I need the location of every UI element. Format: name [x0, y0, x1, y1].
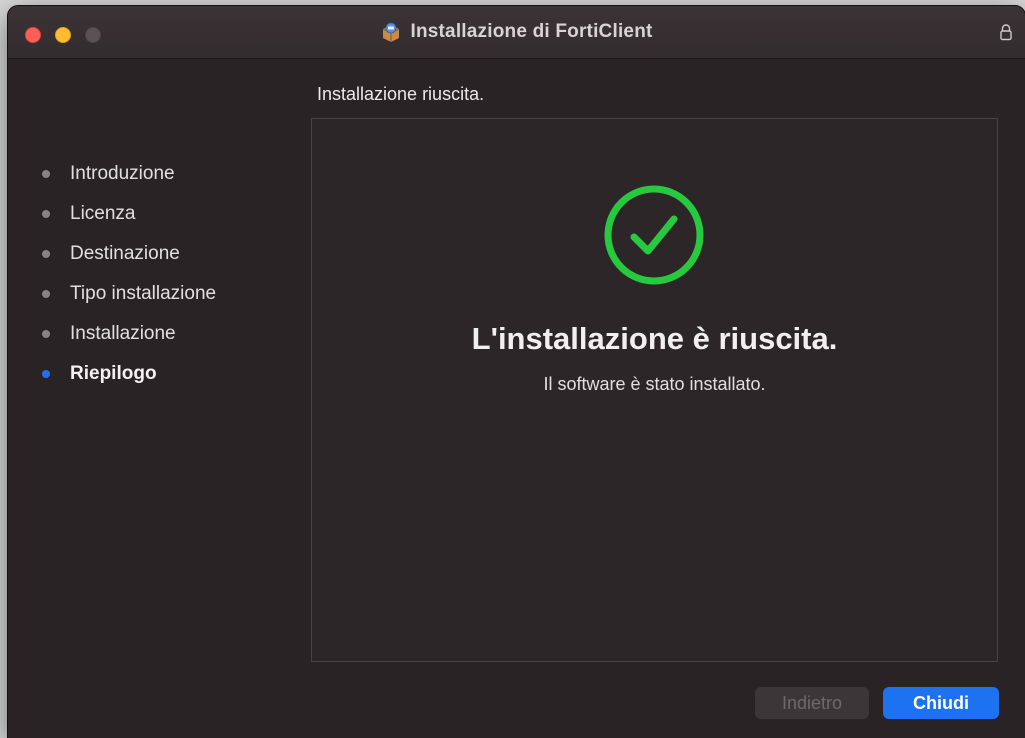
success-title: L'installazione è riuscita. — [471, 321, 838, 356]
step-destinazione: Destinazione — [38, 234, 298, 274]
step-dot-active — [42, 370, 50, 378]
step-label: Licenza — [70, 203, 136, 224]
steps-sidebar: Introduzione Licenza Destinazione Tipo i… — [38, 154, 298, 394]
step-label: Riepilogo — [70, 363, 157, 384]
back-button[interactable]: Indietro — [755, 687, 869, 719]
close-button[interactable]: Chiudi — [883, 687, 999, 719]
step-label: Introduzione — [70, 163, 175, 184]
window-title: Installazione di FortiClient — [410, 21, 653, 42]
step-installazione: Installazione — [38, 314, 298, 354]
step-dot — [42, 170, 50, 178]
checkmark-circle-icon — [604, 185, 704, 285]
step-dot — [42, 250, 50, 258]
title-bar[interactable]: Installazione di FortiClient — [8, 6, 1025, 59]
step-tipo-installazione: Tipo installazione — [38, 274, 298, 314]
page-heading: Installazione riuscita. — [317, 84, 485, 104]
step-dot — [42, 210, 50, 218]
step-label: Destinazione — [70, 243, 180, 264]
window-title-group: Installazione di FortiClient — [8, 6, 1025, 58]
content-panel: L'installazione è riuscita. Il software … — [311, 118, 998, 662]
step-licenza: Licenza — [38, 194, 298, 234]
installer-package-icon — [383, 22, 400, 42]
step-introduzione: Introduzione — [38, 154, 298, 194]
lock-icon — [1000, 24, 1012, 41]
success-subtitle: Il software è stato installato. — [543, 374, 766, 394]
step-riepilogo: Riepilogo — [38, 354, 298, 394]
step-label: Installazione — [70, 323, 176, 344]
step-dot — [42, 330, 50, 338]
step-label: Tipo installazione — [70, 283, 217, 304]
installer-window: Installazione di FortiClient Installazio… — [8, 6, 1025, 738]
step-dot — [42, 290, 50, 298]
